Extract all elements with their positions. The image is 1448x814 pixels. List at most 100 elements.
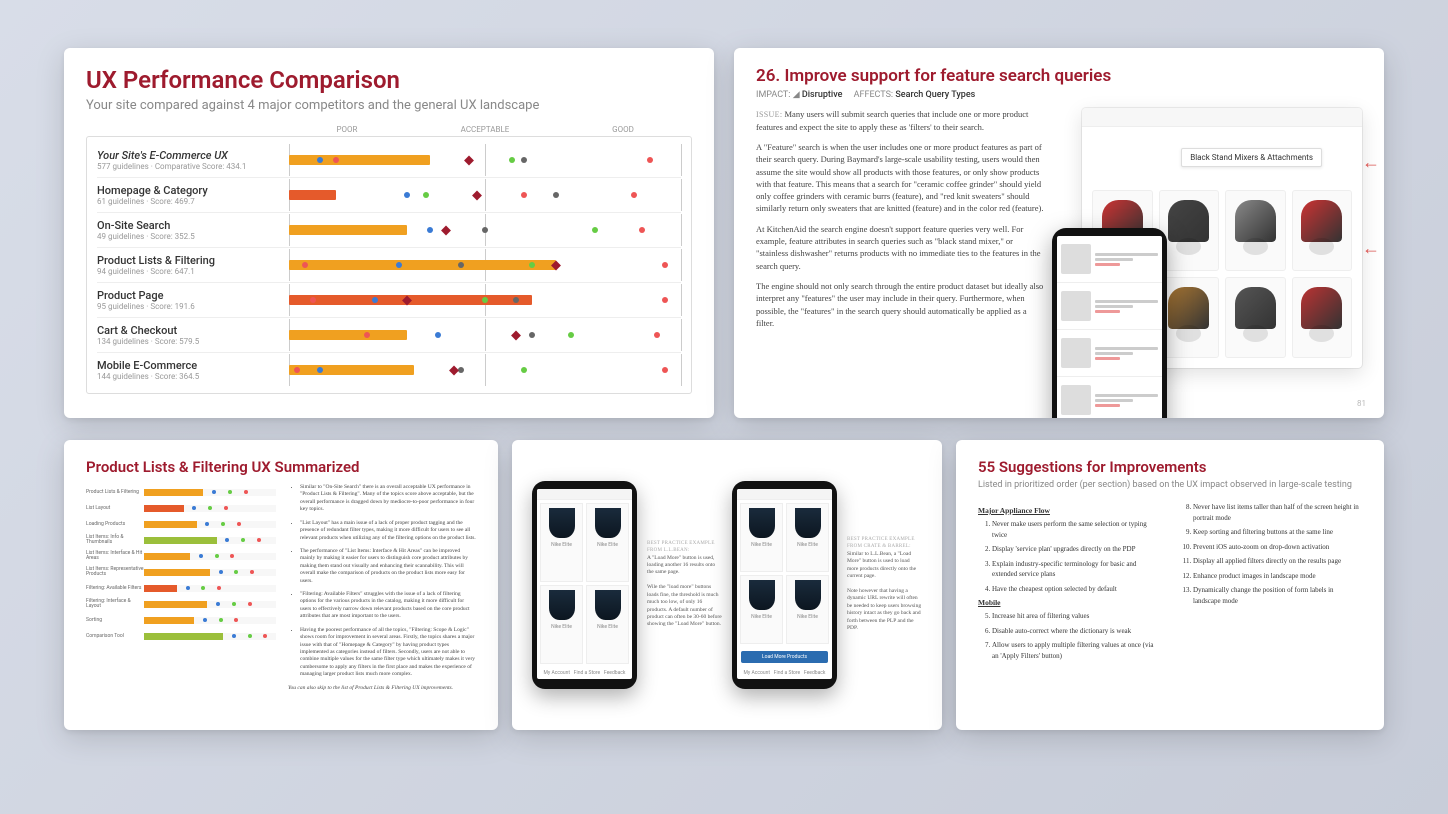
chart-row: Product Page95 guidelines · Score: 191.6 [97, 282, 681, 317]
mini-chart-row: List Items: Representative Products [86, 564, 276, 580]
chart-row: Homepage & Category61 guidelines · Score… [97, 177, 681, 212]
mini-chart-row: List Layout [86, 500, 276, 516]
suggestion-item: Explain industry-specific terminology fo… [992, 559, 1161, 580]
product-lists-summary-card: Product Lists & Filtering UX Summarized … [64, 440, 498, 730]
list-item [1057, 283, 1162, 330]
arrow-right-icon: ← [1362, 238, 1380, 259]
mini-chart-row: Sorting [86, 612, 276, 628]
mini-chart-row: List Items: Interface & Hit Areas [86, 548, 276, 564]
product-tile: Nike Elite [586, 585, 629, 664]
product-tile: Nike Elite [786, 503, 829, 572]
caption-2: BEST PRACTICE EXAMPLE FROM CRATE & BARRE… [847, 537, 922, 632]
suggestion-item: Disable auto-correct where the dictionar… [992, 626, 1161, 637]
caption-2-body: Similar to L.L.Bean, a "Load More" butto… [847, 551, 922, 633]
product-card [1292, 277, 1353, 358]
mobile-mock [1052, 228, 1167, 418]
chart-row: Product Lists & Filtering94 guidelines ·… [97, 247, 681, 282]
suggestions-card: 55 Suggestions for Improvements Listed i… [956, 440, 1384, 730]
ux-performance-card: UX Performance Comparison Your site comp… [64, 48, 714, 418]
mini-chart: Product Lists & Filtering List Layout Lo… [86, 484, 276, 692]
scale-acceptable: ACCEPTABLE [416, 125, 554, 134]
affects-label: AFFECTS: [854, 90, 894, 100]
load-more-button[interactable]: Load More Products [741, 651, 828, 663]
section-heading-mobile: Mobile [978, 598, 1161, 607]
card2-title: 26. Improve support for feature search q… [756, 66, 1362, 86]
list-item [1057, 236, 1162, 283]
suggestion-item: Allow users to apply multiple filtering … [992, 640, 1161, 661]
card1-title: UX Performance Comparison [86, 66, 692, 94]
suggestion-item: Increase hit area of filtering values [992, 611, 1161, 622]
card2-mockups: Black Stand Mixers & Attachments ← ← [1062, 108, 1362, 337]
suggestion-item: Never have list items taller than half o… [1193, 502, 1362, 523]
mobile-examples-card: Nike EliteNike EliteNike EliteNike Elite… [512, 440, 942, 730]
suggestions-col-2: Never have list items taller than half o… [1179, 502, 1362, 665]
card2-body: ISSUE: Many users will submit search que… [756, 108, 1046, 337]
suggestion-item: Dynamically change the position of form … [1193, 585, 1362, 606]
list-item [1057, 377, 1162, 418]
chart-row: On-Site Search49 guidelines · Score: 352… [97, 212, 681, 247]
card2-p3: The engine should not only search throug… [756, 280, 1046, 329]
phone-example-2: Nike EliteNike EliteNike EliteNike Elite… [732, 481, 837, 689]
phone-example-1: Nike EliteNike EliteNike EliteNike Elite… [532, 481, 637, 689]
issue-text: Many users will submit search queries th… [756, 109, 1028, 132]
callout-label: Black Stand Mixers & Attachments [1181, 148, 1322, 167]
caption-2-heading: BEST PRACTICE EXAMPLE FROM CRATE & BARRE… [847, 537, 922, 551]
signal-icon: ◢ [793, 90, 800, 100]
suggestion-item: Display 'service plan' upgrades directly… [992, 544, 1161, 555]
product-tile: Nike Elite [740, 575, 783, 644]
mini-chart-row: List Items: Info & Thumbnails [86, 532, 276, 548]
list-item [1057, 330, 1162, 377]
mini-chart-row: Loading Products [86, 516, 276, 532]
feature-search-card: 26. Improve support for feature search q… [734, 48, 1384, 418]
card5-title: 55 Suggestions for Improvements [978, 458, 1362, 476]
card3-bullets: Similar to "On-Site Search" there is an … [288, 484, 476, 692]
mini-chart-row: Filtering: Interface & Layout [86, 596, 276, 612]
bullet-item: Having the poorest performance of all th… [300, 627, 476, 679]
mini-chart-row: Comparison Tool [86, 628, 276, 644]
suggestion-item: Enhance product images in landscape mode [1193, 571, 1362, 582]
product-card [1225, 190, 1286, 271]
card1-subtitle: Your site compared against 4 major compe… [86, 98, 692, 113]
bullet-item: "List Layout" has a main issue of a lack… [300, 520, 476, 542]
caption-1: BEST PRACTICE EXAMPLE FROM L.L.BEAN: A "… [647, 541, 722, 629]
product-tile: Nike Elite [540, 585, 583, 664]
product-card [1292, 190, 1353, 271]
bullet-item: Similar to "On-Site Search" there is an … [300, 484, 476, 514]
bullet-item: "Filtering: Available Filters" struggles… [300, 591, 476, 621]
comparison-chart: Your Site's E-Commerce UX577 guidelines … [86, 136, 692, 394]
card5-subtitle: Listed in prioritized order (per section… [978, 480, 1362, 490]
caption-1-body: A "Load More" button is used, loading an… [647, 555, 722, 629]
section-heading-appliance: Major Appliance Flow [978, 506, 1161, 515]
chart-row: Your Site's E-Commerce UX577 guidelines … [97, 143, 681, 177]
suggestions-col-1: Major Appliance Flow Never make users pe… [978, 502, 1161, 665]
product-tile: Nike Elite [786, 575, 829, 644]
product-tile: Nike Elite [740, 503, 783, 572]
chart-row: Cart & Checkout134 guidelines · Score: 5… [97, 317, 681, 352]
mini-chart-row: Product Lists & Filtering [86, 484, 276, 500]
suggestion-item: Display all applied filters directly on … [1193, 556, 1362, 567]
product-card [1225, 277, 1286, 358]
product-card [1159, 190, 1220, 271]
impact-value: Disruptive [802, 90, 843, 100]
card2-meta: IMPACT: ◢ Disruptive AFFECTS: Search Que… [756, 90, 1362, 100]
mini-chart-row: Filtering: Available Filters [86, 580, 276, 596]
bullet-item: The performance of "List Items: Interfac… [300, 548, 476, 585]
suggestion-item: Keep sorting and filtering buttons at th… [1193, 527, 1362, 538]
card2-p1: A "Feature" search is when the user incl… [756, 141, 1046, 215]
issue-label: ISSUE: [756, 110, 782, 119]
chart-row: Mobile E-Commerce144 guidelines · Score:… [97, 352, 681, 387]
card3-title: Product Lists & Filtering UX Summarized [86, 458, 476, 476]
page-number: 81 [1357, 399, 1366, 408]
arrow-right-icon: ← [1362, 152, 1380, 173]
product-card [1159, 277, 1220, 358]
scale-good: GOOD [554, 125, 692, 134]
card2-p2: At KitchenAid the search engine doesn't … [756, 223, 1046, 272]
product-tile: Nike Elite [540, 503, 583, 582]
affects-value: Search Query Types [895, 90, 975, 100]
scale-axis: POOR ACCEPTABLE GOOD [86, 125, 692, 136]
skip-link-text: You can also skip to the list of Product… [288, 685, 476, 692]
scale-poor: POOR [278, 125, 416, 134]
suggestion-item: Have the cheapest option selected by def… [992, 584, 1161, 595]
caption-1-heading: BEST PRACTICE EXAMPLE FROM L.L.BEAN: [647, 541, 722, 555]
suggestion-item: Never make users perform the same select… [992, 519, 1161, 540]
